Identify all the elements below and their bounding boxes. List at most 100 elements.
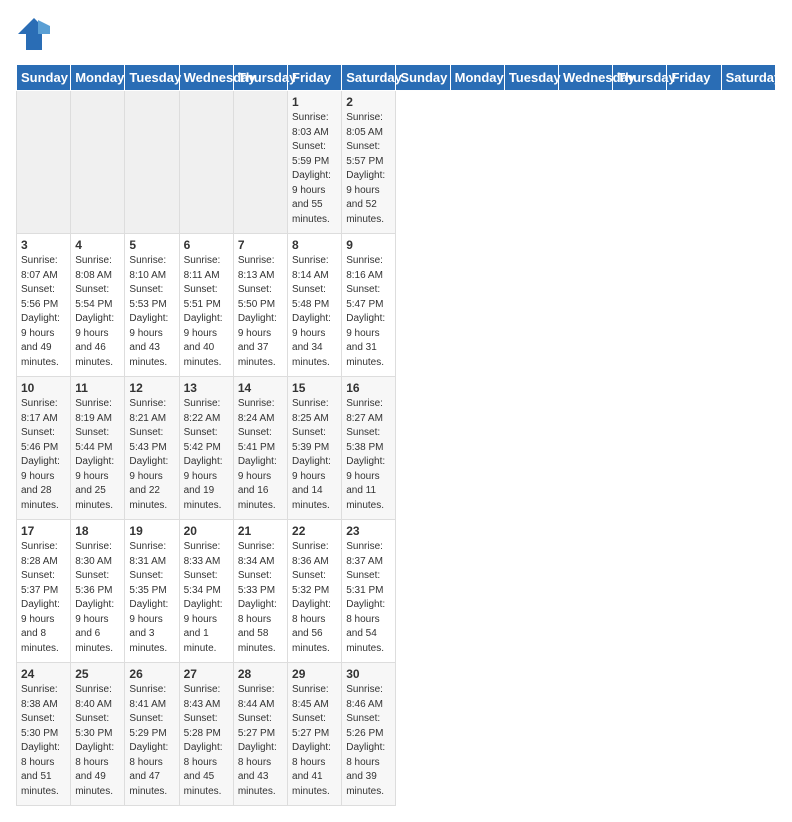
header-thursday: Thursday — [613, 65, 667, 91]
calendar-cell — [71, 91, 125, 234]
day-info: Sunrise: 8:07 AM Sunset: 5:56 PM Dayligh… — [21, 254, 66, 370]
day-number: 9 — [346, 238, 391, 252]
day-info: Sunrise: 8:33 AM Sunset: 5:34 PM Dayligh… — [184, 540, 229, 656]
day-info: Sunrise: 8:46 AM Sunset: 5:26 PM Dayligh… — [346, 683, 391, 799]
calendar-cell: 16Sunrise: 8:27 AM Sunset: 5:38 PM Dayli… — [342, 377, 396, 520]
calendar-cell: 12 Sunrise: 8:21 AM Sunset: 5:43 PM Dayli… — [125, 377, 179, 520]
day-info: Sunrise: 8:17 AM Sunset: 5:46 PM Dayligh… — [21, 397, 66, 513]
day-number: 29 — [292, 667, 337, 681]
day-number: 26 — [129, 667, 174, 681]
day-number: 22 — [292, 524, 337, 538]
header-tuesday: Tuesday — [504, 65, 558, 91]
day-number: 7 — [238, 238, 283, 252]
day-info: Sunrise: 8:43 AM Sunset: 5:28 PM Dayligh… — [184, 683, 229, 799]
header-tuesday: Tuesday — [125, 65, 179, 91]
day-info: Sunrise: 8:03 AM Sunset: 5:59 PM Dayligh… — [292, 111, 337, 227]
day-info: Sunrise: 8:45 AM Sunset: 5:27 PM Dayligh… — [292, 683, 337, 799]
calendar-cell — [179, 91, 233, 234]
day-number: 2 — [346, 95, 391, 109]
header-thursday: Thursday — [233, 65, 287, 91]
day-number: 4 — [75, 238, 120, 252]
calendar-cell: 28 Sunrise: 8:44 AM Sunset: 5:27 PM Dayli… — [233, 663, 287, 806]
day-info: Sunrise: 8:08 AM Sunset: 5:54 PM Dayligh… — [75, 254, 120, 370]
calendar-cell: 2 Sunrise: 8:05 AM Sunset: 5:57 PM Daylig… — [342, 91, 396, 234]
header-monday: Monday — [71, 65, 125, 91]
calendar-week-row: 17 Sunrise: 8:28 AM Sunset: 5:37 PM Dayli… — [17, 520, 776, 663]
day-number: 14 — [238, 381, 283, 395]
calendar-cell: 14 Sunrise: 8:24 AM Sunset: 5:41 PM Dayli… — [233, 377, 287, 520]
calendar-cell: 1 Sunrise: 8:03 AM Sunset: 5:59 PM Daylig… — [288, 91, 342, 234]
calendar-cell — [233, 91, 287, 234]
calendar-cell: 10 Sunrise: 8:17 AM Sunset: 5:46 PM Dayli… — [17, 377, 71, 520]
day-number: 17 — [21, 524, 66, 538]
day-info: Sunrise: 8:05 AM Sunset: 5:57 PM Dayligh… — [346, 111, 391, 227]
calendar-cell: 8Sunrise: 8:14 AM Sunset: 5:48 PM Daylig… — [288, 234, 342, 377]
calendar-cell: 24 Sunrise: 8:38 AM Sunset: 5:30 PM Dayli… — [17, 663, 71, 806]
day-number: 1 — [292, 95, 337, 109]
day-info: Sunrise: 8:37 AM Sunset: 5:31 PM Dayligh… — [346, 540, 391, 656]
day-info: Sunrise: 8:28 AM Sunset: 5:37 PM Dayligh… — [21, 540, 66, 656]
day-info: Sunrise: 8:21 AM Sunset: 5:43 PM Dayligh… — [129, 397, 174, 513]
header-sunday: Sunday — [17, 65, 71, 91]
day-number: 10 — [21, 381, 66, 395]
header-monday: Monday — [450, 65, 504, 91]
calendar-cell: 30Sunrise: 8:46 AM Sunset: 5:26 PM Dayli… — [342, 663, 396, 806]
day-info: Sunrise: 8:13 AM Sunset: 5:50 PM Dayligh… — [238, 254, 283, 370]
calendar-cell: 19 Sunrise: 8:31 AM Sunset: 5:35 PM Dayli… — [125, 520, 179, 663]
header-friday: Friday — [288, 65, 342, 91]
logo — [16, 16, 56, 52]
day-info: Sunrise: 8:11 AM Sunset: 5:51 PM Dayligh… — [184, 254, 229, 370]
day-info: Sunrise: 8:44 AM Sunset: 5:27 PM Dayligh… — [238, 683, 283, 799]
calendar-table: SundayMondayTuesdayWednesdayThursdayFrid… — [16, 64, 776, 806]
calendar-week-row: 3 Sunrise: 8:07 AM Sunset: 5:56 PM Daylig… — [17, 234, 776, 377]
calendar-cell: 17 Sunrise: 8:28 AM Sunset: 5:37 PM Dayli… — [17, 520, 71, 663]
calendar-cell: 15 Sunrise: 8:25 AM Sunset: 5:39 PM Dayli… — [288, 377, 342, 520]
day-info: Sunrise: 8:36 AM Sunset: 5:32 PM Dayligh… — [292, 540, 337, 656]
calendar-cell — [125, 91, 179, 234]
calendar-cell: 29 Sunrise: 8:45 AM Sunset: 5:27 PM Dayli… — [288, 663, 342, 806]
header-wednesday: Wednesday — [179, 65, 233, 91]
day-info: Sunrise: 8:40 AM Sunset: 5:30 PM Dayligh… — [75, 683, 120, 799]
calendar-header-row: SundayMondayTuesdayWednesdayThursdayFrid… — [17, 65, 776, 91]
calendar-cell: 25 Sunrise: 8:40 AM Sunset: 5:30 PM Dayli… — [71, 663, 125, 806]
calendar-cell: 23Sunrise: 8:37 AM Sunset: 5:31 PM Dayli… — [342, 520, 396, 663]
day-number: 8 — [292, 238, 337, 252]
day-number: 18 — [75, 524, 120, 538]
calendar-cell: 18 Sunrise: 8:30 AM Sunset: 5:36 PM Dayli… — [71, 520, 125, 663]
calendar-cell: 21Sunrise: 8:34 AM Sunset: 5:33 PM Dayli… — [233, 520, 287, 663]
day-info: Sunrise: 8:34 AM Sunset: 5:33 PM Dayligh… — [238, 540, 283, 656]
day-info: Sunrise: 8:24 AM Sunset: 5:41 PM Dayligh… — [238, 397, 283, 513]
calendar-cell: 6 Sunrise: 8:11 AM Sunset: 5:51 PM Daylig… — [179, 234, 233, 377]
day-info: Sunrise: 8:30 AM Sunset: 5:36 PM Dayligh… — [75, 540, 120, 656]
day-number: 25 — [75, 667, 120, 681]
calendar-cell: 4 Sunrise: 8:08 AM Sunset: 5:54 PM Daylig… — [71, 234, 125, 377]
header-friday: Friday — [667, 65, 721, 91]
day-number: 24 — [21, 667, 66, 681]
day-number: 28 — [238, 667, 283, 681]
calendar-cell: 11 Sunrise: 8:19 AM Sunset: 5:44 PM Dayli… — [71, 377, 125, 520]
day-info: Sunrise: 8:25 AM Sunset: 5:39 PM Dayligh… — [292, 397, 337, 513]
calendar-cell — [17, 91, 71, 234]
day-number: 20 — [184, 524, 229, 538]
day-number: 11 — [75, 381, 120, 395]
day-info: Sunrise: 8:10 AM Sunset: 5:53 PM Dayligh… — [129, 254, 174, 370]
day-info: Sunrise: 8:31 AM Sunset: 5:35 PM Dayligh… — [129, 540, 174, 656]
day-info: Sunrise: 8:22 AM Sunset: 5:42 PM Dayligh… — [184, 397, 229, 513]
calendar-cell: 9 Sunrise: 8:16 AM Sunset: 5:47 PM Daylig… — [342, 234, 396, 377]
day-info: Sunrise: 8:16 AM Sunset: 5:47 PM Dayligh… — [346, 254, 391, 370]
day-number: 3 — [21, 238, 66, 252]
day-info: Sunrise: 8:38 AM Sunset: 5:30 PM Dayligh… — [21, 683, 66, 799]
day-number: 12 — [129, 381, 174, 395]
day-info: Sunrise: 8:19 AM Sunset: 5:44 PM Dayligh… — [75, 397, 120, 513]
day-number: 6 — [184, 238, 229, 252]
header-saturday: Saturday — [342, 65, 396, 91]
calendar-cell: 5 Sunrise: 8:10 AM Sunset: 5:53 PM Daylig… — [125, 234, 179, 377]
day-number: 5 — [129, 238, 174, 252]
day-number: 19 — [129, 524, 174, 538]
page-header — [16, 16, 776, 52]
day-number: 13 — [184, 381, 229, 395]
day-info: Sunrise: 8:41 AM Sunset: 5:29 PM Dayligh… — [129, 683, 174, 799]
day-number: 15 — [292, 381, 337, 395]
header-saturday: Saturday — [721, 65, 775, 91]
calendar-week-row: 1 Sunrise: 8:03 AM Sunset: 5:59 PM Daylig… — [17, 91, 776, 234]
